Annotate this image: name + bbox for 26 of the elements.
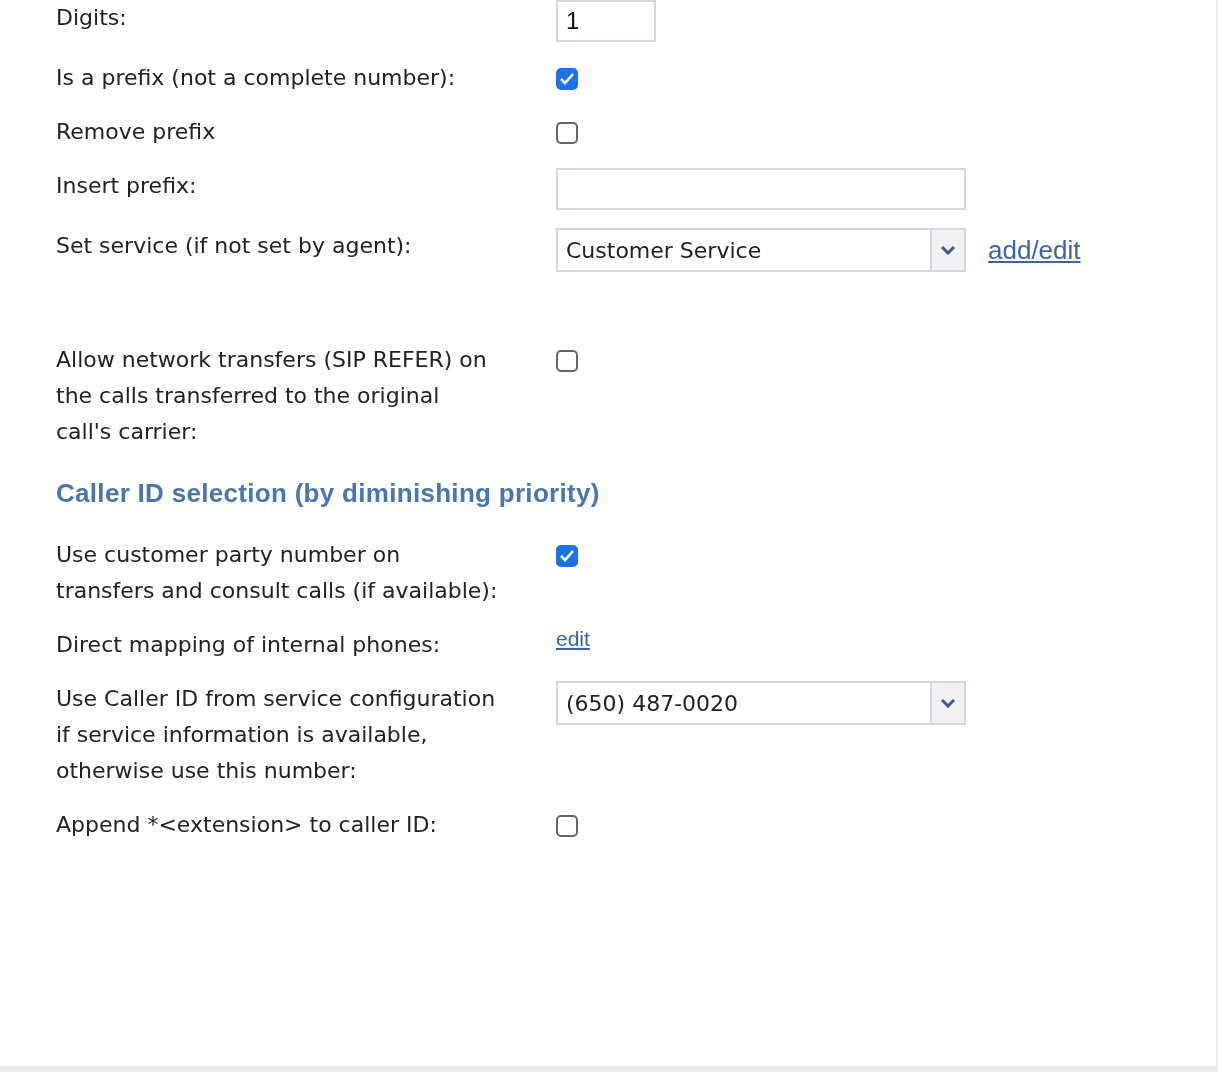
chevron-down-icon xyxy=(941,698,955,708)
checkbox[interactable] xyxy=(556,68,578,90)
field-label: Use Caller ID from service configuration if service information is available, otherwise use this number: xyxy=(56,685,497,785)
text-input[interactable] xyxy=(556,168,966,210)
field-label: Direct mapping of internal phones: xyxy=(56,631,442,659)
checkbox[interactable] xyxy=(556,350,578,372)
dropdown[interactable]: Customer Service xyxy=(556,228,966,272)
field-label: Is a prefix (not a complete number): xyxy=(56,64,457,92)
field-label: Insert prefix: xyxy=(56,172,198,200)
checkbox[interactable] xyxy=(556,815,578,837)
checkmark-icon xyxy=(559,549,575,563)
field-label: Allow network transfers (SIP REFER) on the calls transferred to the original call's carrier: xyxy=(56,346,488,446)
edit-link[interactable]: edit xyxy=(556,627,590,651)
field-label: Digits: xyxy=(56,4,128,32)
add-edit-link[interactable]: add/edit xyxy=(988,234,1081,266)
field-label: Set service (if not set by agent): xyxy=(56,232,413,260)
section-heading: Caller ID selection (by diminishing priority) xyxy=(56,478,601,509)
checkbox[interactable] xyxy=(556,122,578,144)
field-label: Append *<extension> to caller ID: xyxy=(56,811,438,839)
checkmark-icon xyxy=(559,72,575,86)
field-label: Use customer party number on transfers and consult calls (if available): xyxy=(56,541,499,605)
chevron-down-icon xyxy=(941,245,955,255)
checkbox[interactable] xyxy=(556,545,578,567)
text-input[interactable]: 1 xyxy=(556,0,656,42)
field-label: Remove prefix xyxy=(56,118,217,146)
dropdown[interactable]: (650) 487-0020 xyxy=(556,681,966,725)
